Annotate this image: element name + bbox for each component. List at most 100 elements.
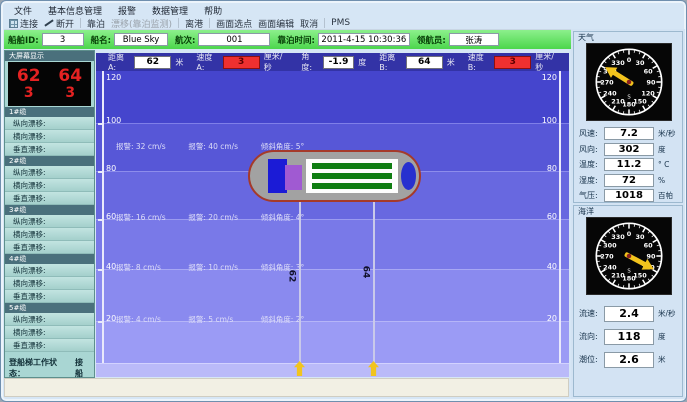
svg-text:210: 210 (611, 97, 625, 105)
y-tick-label: 40 (106, 262, 116, 271)
humidity-row: 湿度: 72 % (574, 173, 682, 189)
ocean-group: 海洋 0306090120150180210240270300330S 流速: … (573, 205, 683, 397)
toolbar-button-connect[interactable]: 连接 (9, 17, 38, 30)
weather-group-title: 天气 (578, 32, 594, 43)
axis-tick (98, 321, 103, 323)
app-window: 文件 基本信息管理 报警 数据管理 帮助 连接 断开 靠泊 漂移(靠泊监测) 离… (0, 0, 687, 402)
cable-group-1: 1#缆 纵向漂移: 横向漂移: 垂直漂移: (5, 107, 94, 156)
ship-name-input[interactable]: Blue Sky (114, 33, 168, 46)
wind-direction-value[interactable]: 302 (604, 143, 654, 156)
svg-text:30: 30 (636, 59, 645, 67)
speed-a-value[interactable]: 3 (223, 56, 260, 69)
speed-b-label: 速度B: (468, 52, 490, 72)
berthing-time-label: 靠泊时间: (277, 34, 314, 46)
axis-tick (98, 123, 103, 125)
toolbar-button-disconnect[interactable]: 断开 (44, 17, 74, 30)
distance-a-value[interactable]: 62 (134, 56, 171, 69)
cable-group-2: 2#缆 纵向漂移: 横向漂移: 垂直漂移: (5, 156, 94, 205)
axis-tick (98, 269, 103, 271)
menu-item-help[interactable]: 帮助 (204, 4, 222, 17)
current-compass-gauge: 0306090120150180210240270300330S (586, 217, 672, 295)
ship-id-input[interactable]: 3 (42, 33, 84, 46)
longitudinal-drift-row: 纵向漂移: (5, 166, 94, 179)
ocean-group-title: 海洋 (578, 206, 594, 217)
menu-item-data-mgmt[interactable]: 数据管理 (152, 4, 188, 17)
temperature-value[interactable]: 11.2 (604, 158, 654, 171)
svg-text:330: 330 (611, 233, 625, 241)
vertical-drift-row: 垂直漂移: (5, 290, 94, 303)
svg-text:0: 0 (627, 56, 632, 64)
humidity-value[interactable]: 72 (604, 174, 654, 187)
alarm-a: 报警: 4 cm/s (116, 314, 186, 325)
temperature-unit: ° C (654, 160, 669, 169)
toolbar-button-screen-pick-point[interactable]: 画面选点 (216, 17, 252, 30)
y-tick-label: 20 (106, 314, 116, 323)
speed-a-label: 速度A: (196, 52, 218, 72)
right-axis (559, 71, 561, 363)
toolbar-button-cancel[interactable]: 取消 (300, 17, 318, 30)
cable-group-title: 1#缆 (5, 107, 94, 117)
toolbar-button-pms[interactable]: PMS (331, 18, 350, 28)
voyage-no-input[interactable]: 001 (198, 33, 270, 46)
pressure-value[interactable]: 1018 (604, 189, 654, 202)
pressure-label: 气压: (574, 190, 604, 201)
temperature-label: 温度: (574, 159, 604, 170)
current-direction-row: 流向: 118 度 (574, 325, 682, 348)
cable-group-5: 5#缆 纵向漂移: 横向漂移: 垂直漂移: (5, 303, 94, 352)
lateral-drift-row: 横向漂移: (5, 228, 94, 241)
vertical-drift-row: 垂直漂移: (5, 143, 94, 156)
ocean-readings: 流速: 2.4 米/秒 流向: 118 度 潮位: 2.6 米 (574, 302, 682, 371)
y-tick-label: 40 (547, 262, 557, 271)
toolbar-button-departure[interactable]: 离港 (185, 17, 203, 30)
vertical-drift-row: 垂直漂移: (5, 192, 94, 205)
toolbar-button-disconnect-label: 断开 (56, 17, 74, 30)
toolbar-separator (80, 18, 81, 28)
display-speed-b: 3 (65, 86, 75, 100)
svg-text:0: 0 (627, 230, 632, 238)
menu-item-alarm[interactable]: 报警 (118, 4, 136, 17)
alarm-a: 报警: 8 cm/s (116, 262, 186, 273)
deck-stripe (312, 183, 392, 189)
alarm-a: 报警: 32 cm/s (116, 141, 186, 152)
menu-item-basic-info-mgmt[interactable]: 基本信息管理 (48, 4, 102, 17)
alarm-threshold-row: 报警: 4 cm/s 报警: 5 cm/s 倾斜角度: 2° (116, 314, 304, 325)
axis-tick (98, 219, 103, 221)
pressure-unit: 百帕 (654, 190, 673, 201)
berthing-time-input[interactable]: 2011-4-15 10:30:36 (318, 33, 410, 46)
display-distance-b: 64 (58, 68, 82, 85)
svg-text:300: 300 (603, 241, 617, 249)
gangway-status-label: 登船梯工作状态： (9, 357, 69, 379)
menu-bar: 文件 基本信息管理 报警 数据管理 帮助 (4, 4, 683, 16)
svg-text:240: 240 (603, 89, 617, 97)
measurement-bar: 距离A: 62 米 速度A: 3 厘米/秒 角度: -1.9 度 距离B: 64… (96, 53, 569, 71)
distance-b-value[interactable]: 64 (406, 56, 443, 69)
tide-level-row: 潮位: 2.6 米 (574, 348, 682, 371)
pilot-field: 领航员: 张涛 (417, 33, 499, 46)
speed-b-value[interactable]: 3 (494, 56, 531, 69)
tide-level-value[interactable]: 2.6 (604, 352, 654, 368)
svg-text:270: 270 (600, 78, 614, 86)
longitudinal-drift-row: 纵向漂移: (5, 215, 94, 228)
tilt-angle: 倾斜角度: 4° (261, 212, 304, 223)
depth-band (96, 321, 569, 363)
angle-value[interactable]: -1.9 (323, 56, 355, 69)
sensor-pin-a (294, 361, 305, 376)
wind-direction-unit: 度 (654, 144, 666, 155)
alarm-a: 报警: 16 cm/s (116, 212, 186, 223)
weather-group: 天气 0306090120150180210240270300330S 风速: … (573, 31, 683, 203)
wind-speed-value[interactable]: 7.2 (604, 127, 654, 140)
toolbar-button-connect-label: 连接 (20, 17, 38, 30)
distance-b-label: 距离B: (379, 52, 401, 72)
toolbar-separator (209, 18, 210, 28)
toolbar-button-screen-edit[interactable]: 画面编辑 (258, 17, 294, 30)
menu-item-file[interactable]: 文件 (14, 4, 32, 17)
y-tick-label: 80 (547, 164, 557, 173)
toolbar-button-berthing[interactable]: 靠泊 (87, 17, 105, 30)
current-speed-row: 流速: 2.4 米/秒 (574, 302, 682, 325)
pilot-input[interactable]: 张涛 (449, 33, 499, 46)
alarm-threshold-row: 报警: 8 cm/s 报警: 10 cm/s 倾斜角度: 3° (116, 262, 304, 273)
svg-text:90: 90 (647, 78, 656, 86)
current-speed-value[interactable]: 2.4 (604, 306, 654, 322)
current-direction-value[interactable]: 118 (604, 329, 654, 345)
y-tick-label: 100 (106, 116, 121, 125)
